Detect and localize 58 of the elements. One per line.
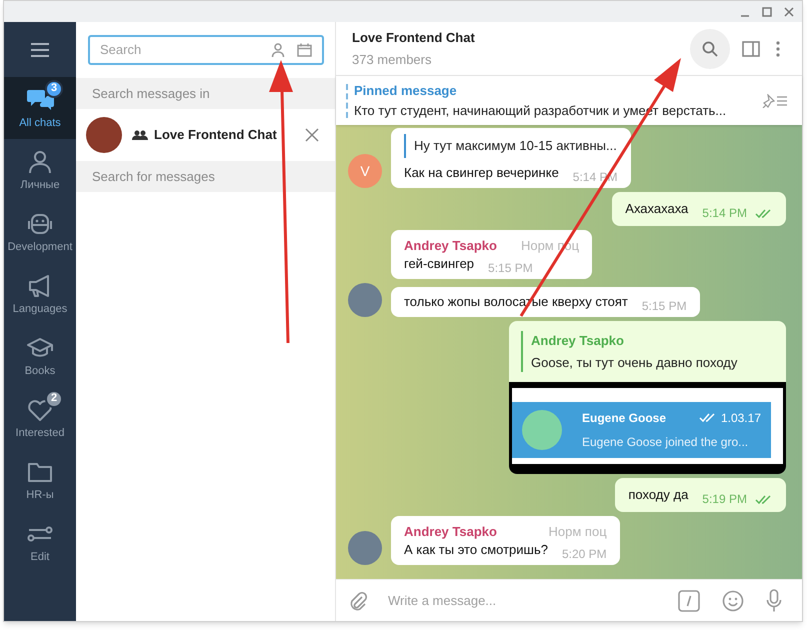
close-icon[interactable]: [305, 128, 319, 142]
folder-tab[interactable]: HR-ы: [4, 449, 76, 511]
avatar-drawing: [522, 410, 562, 450]
search-field[interactable]: Search: [88, 35, 324, 65]
message-text: А как ты это смотришь?: [404, 541, 548, 559]
message-time: 5:19 PM: [702, 490, 747, 508]
maximize-icon[interactable]: [762, 6, 772, 16]
reply-sender: Andrey Tsapko: [531, 332, 625, 350]
more-options-icon[interactable]: [776, 40, 780, 56]
search-button[interactable]: [690, 28, 730, 68]
menu-icon[interactable]: [30, 42, 50, 58]
message-time: 5:15 PM: [642, 298, 687, 315]
emoji-icon[interactable]: [722, 590, 744, 612]
message-text: походу да: [628, 486, 688, 504]
person-icon[interactable]: [271, 42, 285, 58]
paperclip-icon[interactable]: [348, 590, 368, 610]
slash-command-icon[interactable]: [678, 590, 700, 612]
message-text: гей-свингер: [404, 255, 474, 273]
avatar-photo-placeholder: [86, 117, 122, 153]
message-date: 1.03.17: [720, 410, 761, 427]
pinned-label: Pinned message: [354, 82, 458, 100]
sender-name[interactable]: Andrey Tsapko: [404, 522, 497, 541]
section-heading[interactable]: Search for messages: [92, 166, 215, 186]
contact-name: Eugene Goose: [582, 410, 668, 427]
unread-badge: 3: [45, 80, 63, 98]
message-text: Ахахахаха: [625, 200, 688, 218]
message-preview: Eugene Goose joined the gro...: [582, 434, 750, 451]
folder-tab[interactable]: Edit: [4, 511, 76, 573]
microphone-icon[interactable]: [766, 588, 782, 612]
reply-quote: Ну тут максимум 10-15 активны...: [414, 138, 617, 153]
folder-tab[interactable]: Languages: [4, 263, 76, 325]
member-count: 373 members: [352, 51, 432, 69]
avatar: V: [348, 154, 382, 188]
folder-tab[interactable]: Development: [4, 201, 76, 263]
search-input[interactable]: Search: [100, 40, 265, 60]
folder-tab[interactable]: 3 All chats: [4, 77, 76, 139]
message-text: Как на свингер вечеринке: [404, 164, 559, 182]
folder-tab[interactable]: Books: [4, 325, 76, 387]
sender-name[interactable]: Andrey Tsapko: [404, 236, 497, 255]
section-heading: Search messages in: [92, 84, 210, 103]
folder-tab[interactable]: 2 Interested: [4, 387, 76, 449]
unread-badge: 2: [45, 390, 63, 408]
pinned-list-icon[interactable]: [762, 94, 788, 108]
message-time: 5:14 PM: [702, 204, 747, 222]
folder-tab[interactable]: Личные: [4, 139, 76, 201]
group-icon: [132, 130, 148, 140]
chat-name: Love Frontend Chat: [154, 126, 278, 144]
close-icon[interactable]: [784, 6, 794, 16]
chat-filter-row[interactable]: Love Frontend Chat: [76, 109, 335, 161]
search-icon: [702, 40, 718, 56]
sender-rank: Норм поц: [548, 522, 607, 541]
calendar-icon[interactable]: [297, 43, 312, 57]
chat-title: Love Frontend Chat: [352, 28, 476, 46]
sidebar-toggle-icon[interactable]: [742, 40, 760, 56]
reply-quote: Goose, ты тут очень давно походу: [531, 354, 738, 372]
message-time: 5:20 PM: [562, 546, 607, 563]
message-time: 5:15 PM: [488, 260, 533, 277]
message-input[interactable]: Write a message...: [388, 590, 678, 610]
